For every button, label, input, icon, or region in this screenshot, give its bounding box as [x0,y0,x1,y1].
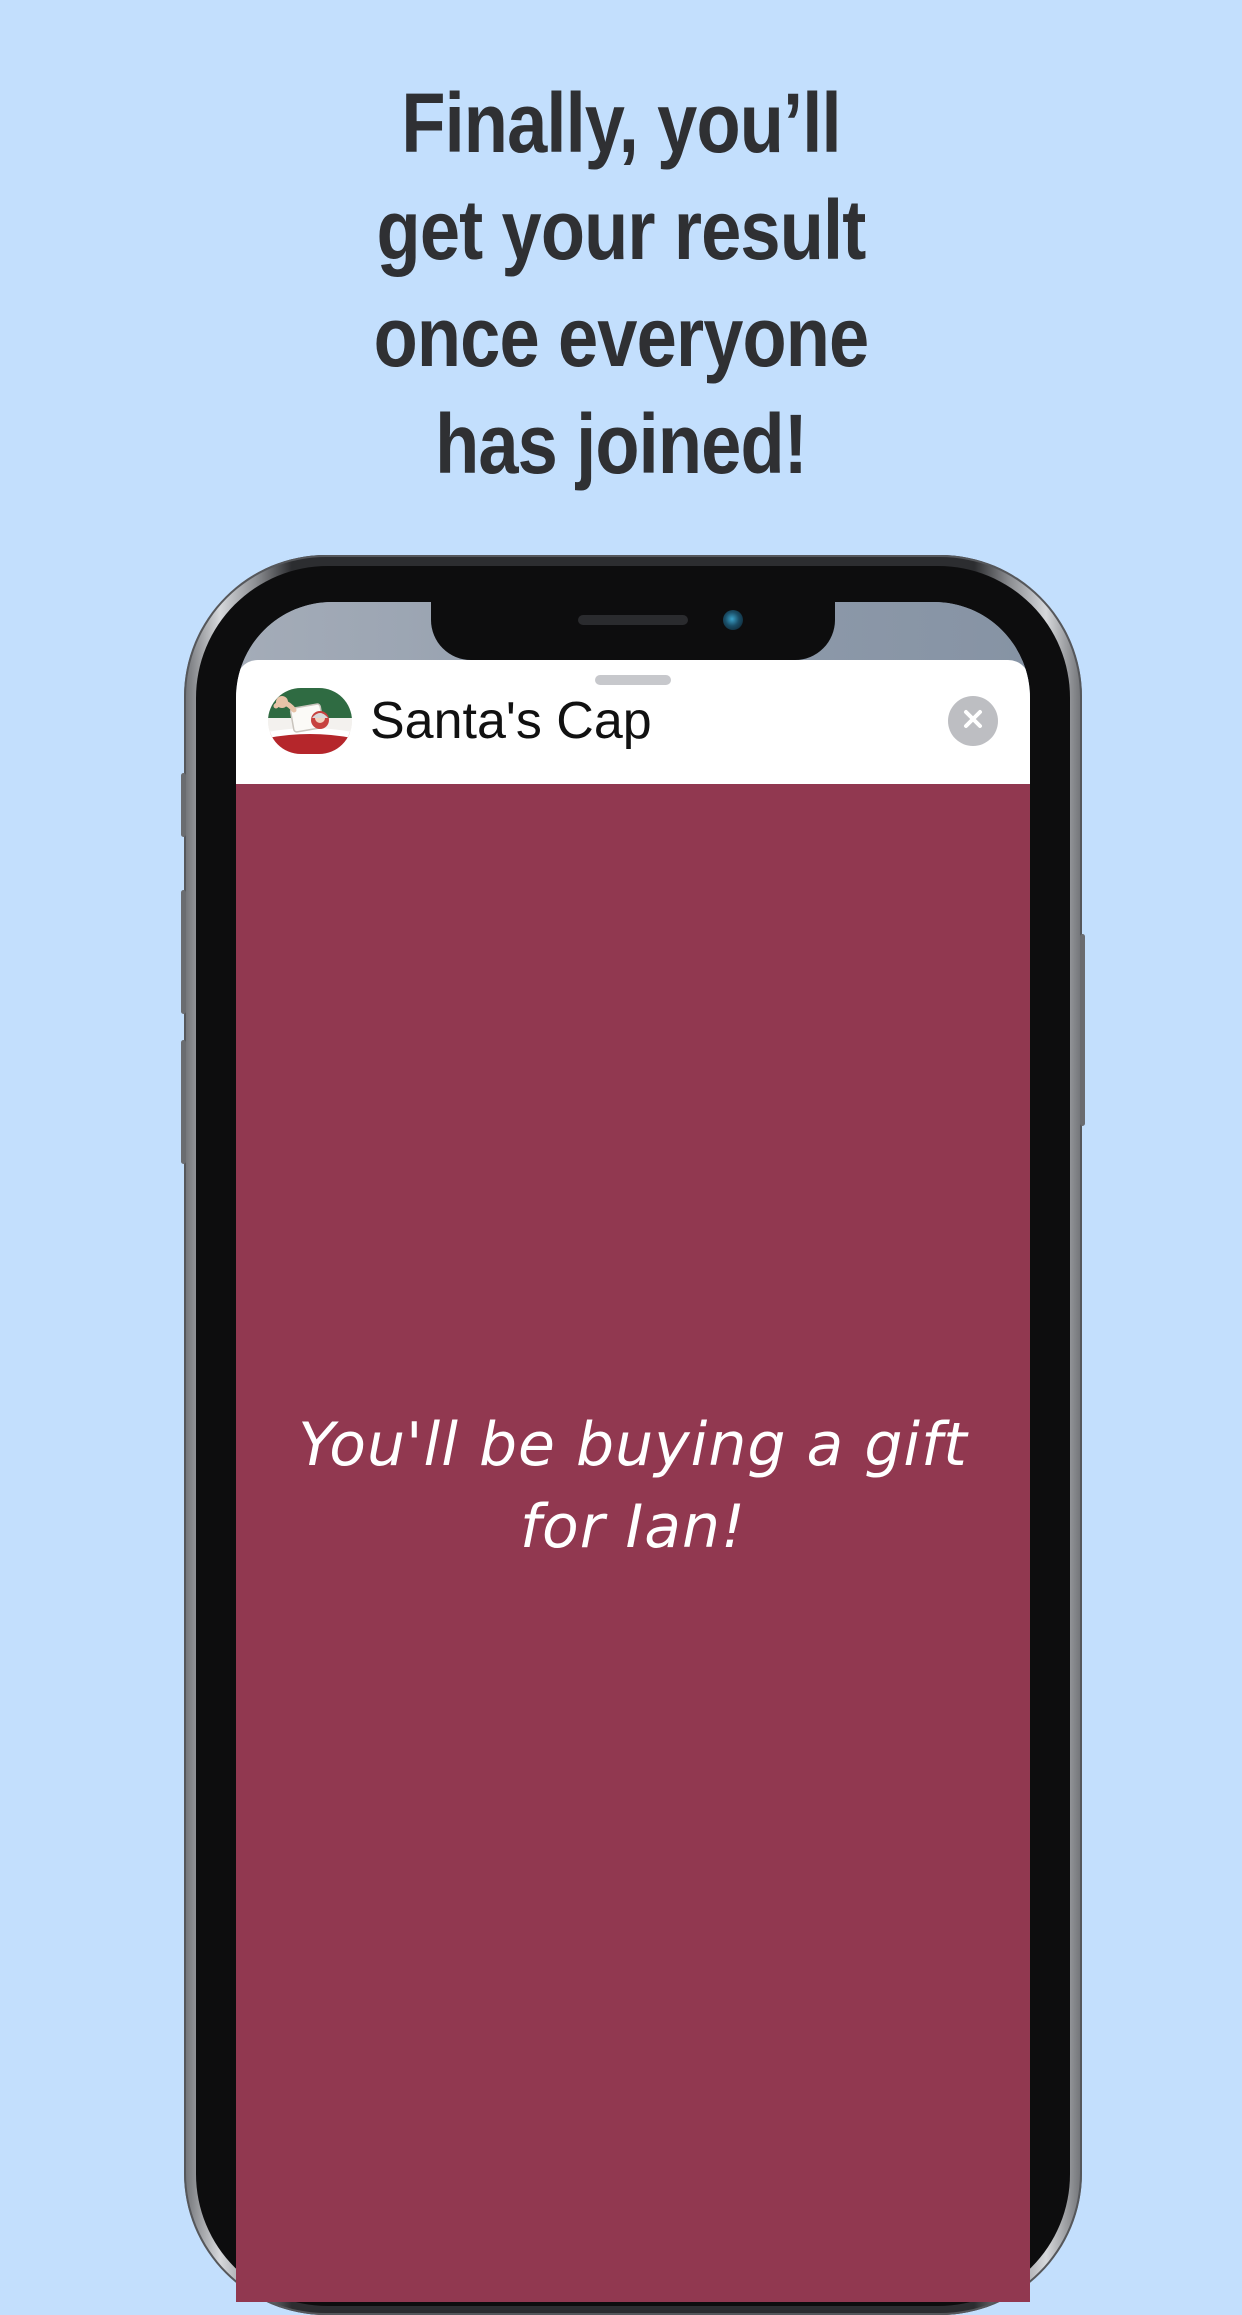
volume-down-button [181,1040,186,1164]
close-button[interactable] [948,696,998,746]
earpiece-speaker [578,615,688,625]
headline-line-3: once everyone [373,290,870,384]
santas-cap-app-icon [268,688,352,754]
front-camera [723,610,743,630]
mute-switch [181,773,186,837]
app-title: Santa's Cap [370,692,652,750]
volume-up-button [181,890,186,1014]
headline-line-1: Finally, you’ll [401,76,841,170]
app-sheet: Santa's Cap You'll be buying a gift for … [236,660,1030,2302]
phone-screen: Santa's Cap You'll be buying a gift for … [236,602,1030,2302]
result-panel: You'll be buying a gift for Ian! [236,784,1030,2302]
close-icon [961,707,985,736]
promo-headline: Finally, you’ll get your result once eve… [87,70,1155,498]
headline-line-2: get your result [376,183,867,277]
headline-line-4: has joined! [435,397,808,491]
power-button [1080,934,1085,1126]
result-message: You'll be buying a gift for Ian! [298,1410,968,1562]
sheet-header: Santa's Cap [236,660,1030,784]
phone-notch [431,602,835,660]
